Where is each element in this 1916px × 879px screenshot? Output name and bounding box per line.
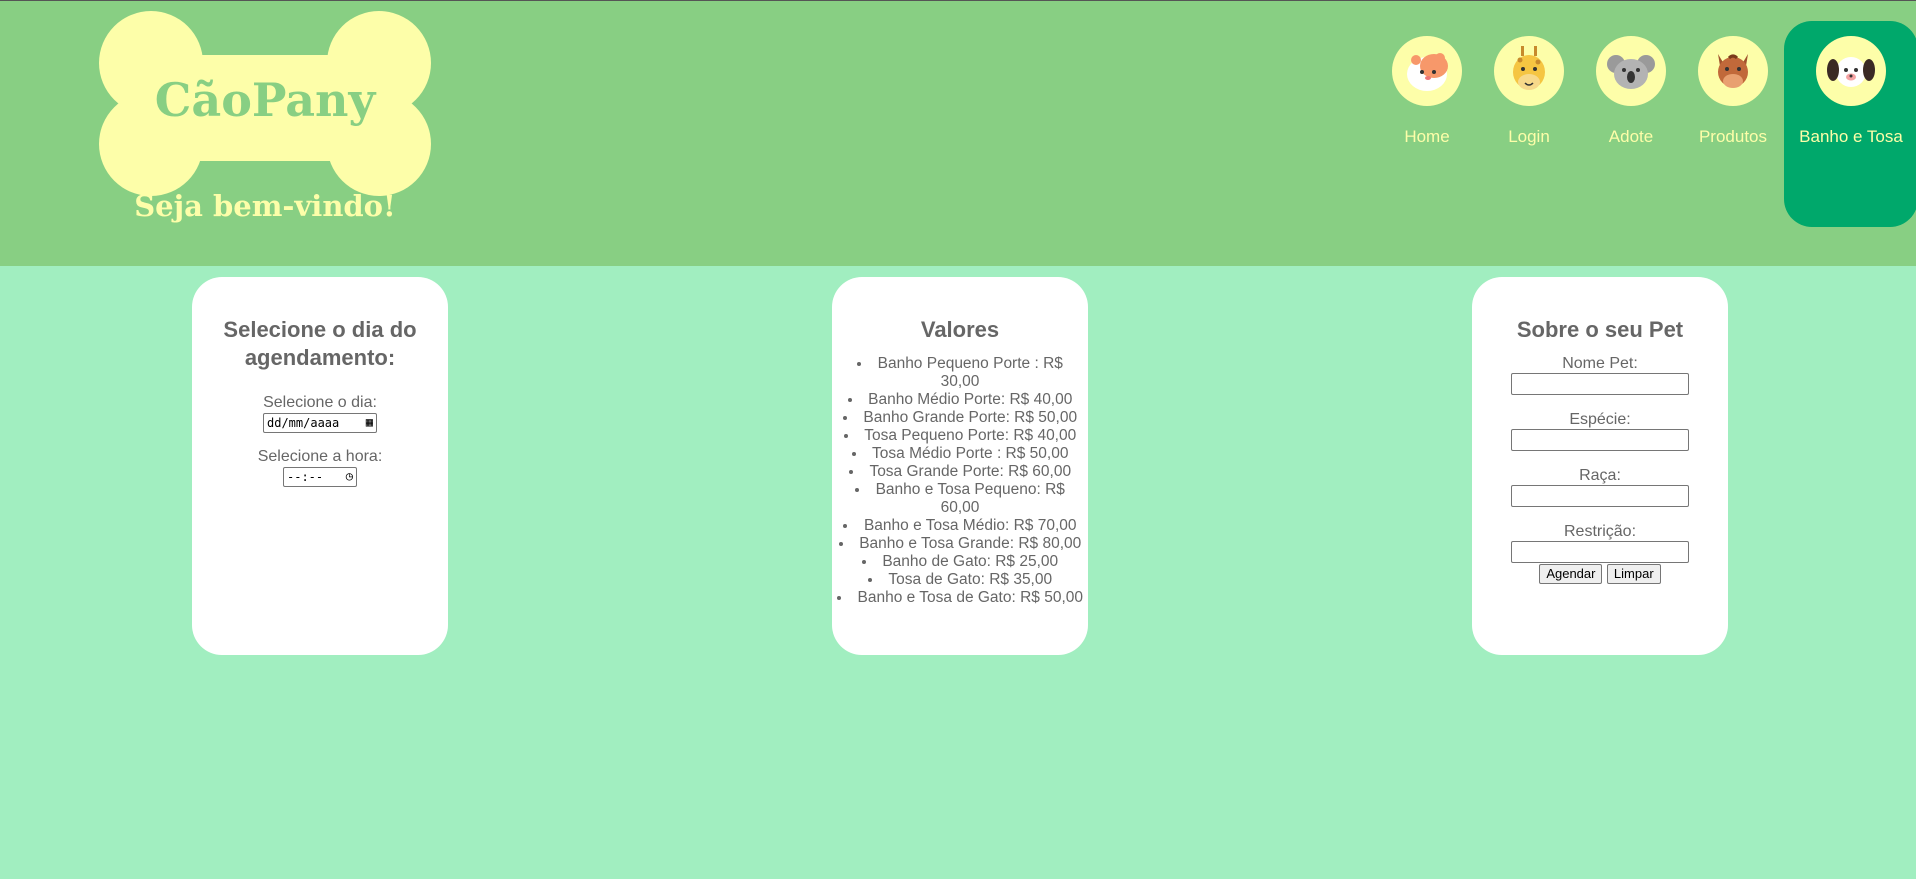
- restriction-input[interactable]: [1511, 541, 1689, 563]
- price-item: Banho Pequeno Porte : R$ 30,00: [832, 355, 1088, 391]
- day-label: Selecione o dia:: [263, 394, 377, 411]
- species-label: Espécie:: [1569, 411, 1631, 428]
- koala-icon: [1596, 36, 1666, 106]
- nav-item-banho-e-tosa[interactable]: Banho e Tosa: [1784, 21, 1916, 227]
- calendar-icon: ▦: [365, 415, 373, 429]
- welcome-text: Seja bem-vindo!: [134, 189, 396, 223]
- logo-title: CãoPany: [154, 73, 376, 127]
- species-input[interactable]: [1511, 429, 1689, 451]
- day-input[interactable]: dd/mm/aaaa ▦: [263, 413, 377, 433]
- nav-item-produtos[interactable]: Produtos: [1682, 21, 1784, 227]
- nav-label-login: Login: [1508, 127, 1550, 146]
- breed-label: Raça:: [1579, 467, 1621, 484]
- nav-label-banho-e-tosa: Banho e Tosa: [1799, 127, 1903, 146]
- nav-label-produtos: Produtos: [1698, 127, 1768, 146]
- prices-list: Banho Pequeno Porte : R$ 30,00 Banho Méd…: [832, 355, 1088, 607]
- price-item: Banho Grande Porte: R$ 50,00: [832, 409, 1088, 427]
- price-item: Tosa Pequeno Porte: R$ 40,00: [832, 427, 1088, 445]
- price-item: Banho de Gato: R$ 25,00: [832, 553, 1088, 571]
- pet-name-label: Nome Pet:: [1562, 355, 1638, 372]
- price-item: Banho Médio Porte: R$ 40,00: [832, 391, 1088, 409]
- nav-item-adote[interactable]: Adote: [1580, 21, 1682, 227]
- pet-name-input[interactable]: [1511, 373, 1689, 395]
- price-item: Tosa de Gato: R$ 35,00: [832, 571, 1088, 589]
- horse-icon: [1698, 36, 1768, 106]
- time-label: Selecione a hora:: [257, 448, 383, 465]
- site-header: CãoPany Seja bem-vindo! Home Login Adote…: [0, 1, 1916, 266]
- schedule-button[interactable]: Agendar: [1539, 564, 1603, 584]
- schedule-title: Selecione o dia do agendamento:: [223, 317, 417, 370]
- day-input-placeholder: dd/mm/aaaa: [267, 416, 340, 430]
- price-item: Banho e Tosa Médio: R$ 70,00: [832, 517, 1088, 535]
- price-item: Banho e Tosa Grande: R$ 80,00: [832, 535, 1088, 553]
- clock-icon: ◷: [345, 469, 353, 483]
- restriction-label: Restrição:: [1563, 523, 1637, 540]
- price-item: Banho e Tosa de Gato: R$ 50,00: [832, 589, 1088, 607]
- hamster-icon: [1392, 36, 1462, 106]
- time-input-placeholder: --:--: [287, 470, 324, 484]
- time-input[interactable]: --:-- ◷: [283, 467, 357, 487]
- nav-label-adote: Adote: [1608, 127, 1654, 146]
- price-item: Tosa Grande Porte: R$ 60,00: [832, 463, 1088, 481]
- price-item: Tosa Médio Porte : R$ 50,00: [832, 445, 1088, 463]
- price-item: Banho e Tosa Pequeno: R$ 60,00: [832, 481, 1088, 517]
- pet-title: Sobre o seu Pet: [1516, 317, 1684, 342]
- prices-title: Valores: [920, 317, 1000, 342]
- clear-button[interactable]: Limpar: [1606, 564, 1661, 584]
- nav-item-login[interactable]: Login: [1478, 21, 1580, 227]
- nav-label-home: Home: [1404, 127, 1450, 146]
- prices-card: Valores Banho Pequeno Porte : R$ 30,00 B…: [832, 277, 1088, 655]
- pet-card: Sobre o seu Pet Nome Pet: Espécie: Raça:…: [1472, 277, 1728, 655]
- nav-item-home[interactable]: Home: [1376, 21, 1478, 227]
- breed-input[interactable]: [1511, 485, 1689, 507]
- giraffe-icon: [1494, 36, 1564, 106]
- dog-icon: [1816, 36, 1886, 106]
- schedule-card: Selecione o dia do agendamento: Selecion…: [192, 277, 448, 655]
